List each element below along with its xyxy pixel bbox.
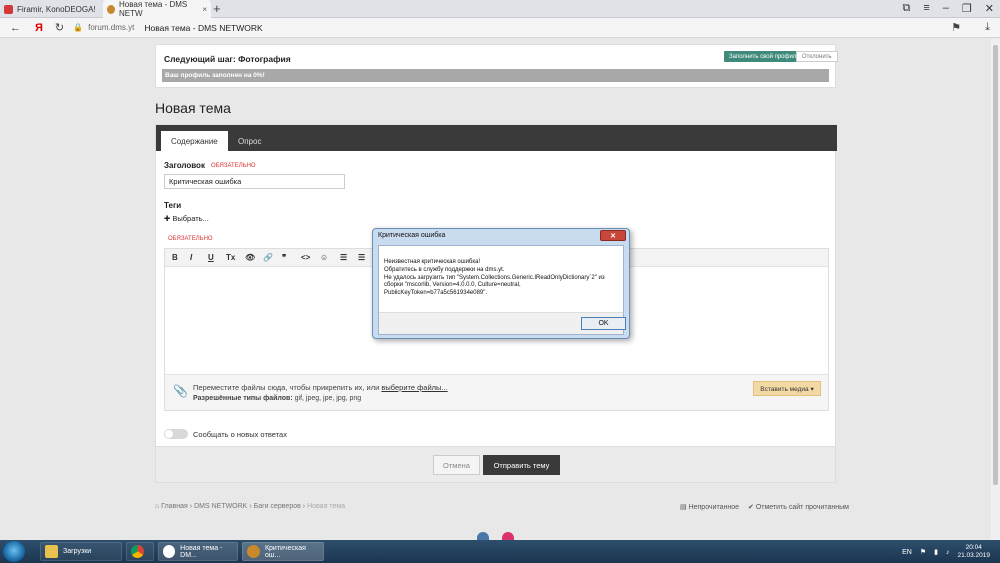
insert-media-button[interactable]: Вставить медиа ▾: [753, 381, 821, 396]
required-badge: ОБЯЗАТЕЛЬНО: [211, 163, 256, 169]
back-arrow-icon[interactable]: ←: [10, 22, 21, 34]
tab-label: Firamir, KonoDEOGA!: [17, 4, 96, 14]
unread-icon: ▤: [680, 504, 689, 511]
paperclip-icon: 📎: [173, 384, 188, 398]
scrollbar[interactable]: [991, 39, 1000, 540]
instagram-icon[interactable]: [502, 532, 514, 540]
yandex-browser-icon: [163, 545, 176, 558]
chrome-icon: [131, 545, 144, 558]
smiley-icon[interactable]: ☺: [320, 253, 328, 262]
close-tab-icon[interactable]: ×: [202, 5, 207, 14]
attachment-area[interactable]: 📎 Переместите файлы сюда, чтобы прикрепи…: [165, 374, 828, 410]
unread-link[interactable]: ▤ Непрочитанное: [680, 503, 739, 511]
breadcrumb: ⌂ Главная › DMS NETWORK › Баги серверов …: [155, 503, 346, 510]
underline-icon[interactable]: U: [208, 253, 214, 262]
form-actions: Отмена Отправить тему: [155, 447, 836, 483]
error-message: Неизвестная критическая ошибка! Обратите…: [384, 259, 605, 297]
watch-label: Сообщать о новых ответах: [193, 430, 287, 439]
app-icon: [247, 545, 260, 558]
allowed-types: Разрешённые типы файлов: gif, jpeg, jpe,…: [193, 395, 362, 402]
lock-icon[interactable]: 🔒: [73, 23, 83, 32]
clear-format-icon[interactable]: Tx: [226, 253, 235, 262]
next-step-title: Следующий шаг: Фотография: [164, 54, 291, 64]
dialog-body: Неизвестная критическая ошибка! Обратите…: [378, 245, 626, 335]
numbered-list-icon[interactable]: ☰: [358, 253, 365, 262]
title-label: Заголовок: [164, 161, 205, 170]
page-heading: Новая тема: [155, 100, 231, 116]
ok-button[interactable]: OK: [581, 317, 626, 330]
error-dialog: Критическая ошибка ✕ Неизвестная критиче…: [372, 228, 630, 339]
browser-tab-bar: Firamir, KonoDEOGA! Новая тема - DMS NET…: [0, 0, 1000, 18]
network-icon[interactable]: ▮: [934, 548, 938, 556]
watch-toggle[interactable]: [164, 429, 188, 439]
quote-icon[interactable]: ❞: [282, 253, 286, 262]
spoiler-icon[interactable]: 👁: [245, 253, 255, 262]
scrollbar-thumb[interactable]: [993, 45, 998, 485]
menu-icon[interactable]: ≡: [923, 2, 929, 15]
taskbar: Загрузки Новая тема - DM... Критическая …: [0, 540, 1000, 563]
required-badge: ОБЯЗАТЕЛЬНО: [168, 236, 213, 242]
fill-profile-button[interactable]: Заполнить свой профиль: [724, 51, 805, 62]
yandex-icon[interactable]: Я: [35, 22, 43, 34]
code-icon[interactable]: <>: [301, 253, 310, 262]
reload-icon[interactable]: ↻: [55, 21, 64, 34]
title-input[interactable]: Критическая ошибка: [164, 174, 345, 189]
next-step-notice: Следующий шаг: Фотография Заполнить свой…: [155, 44, 838, 88]
dismiss-button[interactable]: Отклонить: [796, 51, 838, 62]
dialog-title: Критическая ошибка: [378, 232, 446, 239]
close-icon[interactable]: ✕: [600, 230, 626, 241]
close-window-icon[interactable]: ✕: [985, 2, 994, 15]
browser-tab-active[interactable]: Новая тема - DMS NETW ×: [103, 0, 211, 18]
vk-icon[interactable]: [477, 532, 489, 540]
submit-button[interactable]: Отправить тему: [483, 455, 560, 475]
volume-icon[interactable]: ♪: [946, 549, 950, 556]
browser-tab[interactable]: Firamir, KonoDEOGA!: [0, 0, 100, 18]
bullet-list-icon[interactable]: ☰: [340, 253, 347, 262]
window-controls: ⧉ ≡ – ❐ ✕: [903, 2, 995, 15]
check-icon: ✔: [748, 504, 756, 511]
tags-label: Теги: [164, 201, 182, 210]
breadcrumb-bugs[interactable]: Баги серверов: [254, 503, 301, 510]
tab-poll[interactable]: Опрос: [228, 131, 271, 151]
tags-choose-button[interactable]: ✚ Выбрать...: [164, 214, 209, 223]
tab-content[interactable]: Содержание: [161, 131, 228, 151]
mark-read-link[interactable]: ✔ Отметить сайт прочитанным: [748, 503, 849, 511]
footer-links: ▤ Непрочитанное ✔ Отметить сайт прочитан…: [680, 503, 849, 511]
profile-progress-bar: Ваш профиль заполнен на 0%!: [162, 69, 829, 82]
form-tabs: Содержание Опрос: [156, 125, 837, 151]
system-tray: EN ⚑ ▮ ♪ 20:04 21.03.2019: [902, 544, 990, 560]
new-tab-button[interactable]: +: [213, 1, 221, 16]
taskbar-item-yandex[interactable]: Новая тема - DM...: [158, 542, 238, 561]
clock[interactable]: 20:04 21.03.2019: [957, 544, 990, 560]
site-favicon-icon: [4, 4, 13, 14]
attach-instructions: Переместите файлы сюда, чтобы прикрепить…: [193, 383, 448, 392]
dialog-footer: OK: [379, 312, 626, 334]
address-bar: ← Я ↻ 🔒 forum.dms.yt Новая тема - DMS NE…: [0, 18, 1000, 38]
bookmark-icon[interactable]: ⚑: [951, 21, 961, 34]
download-icon[interactable]: ⤓: [985, 21, 990, 34]
taskbar-item-downloads[interactable]: Загрузки: [40, 542, 122, 561]
folder-icon: [45, 545, 58, 558]
language-indicator[interactable]: EN: [902, 549, 912, 556]
breadcrumb-home[interactable]: ⌂ Главная: [155, 503, 188, 510]
site-favicon-icon: [107, 4, 115, 14]
flag-icon[interactable]: ⚑: [920, 548, 926, 556]
cancel-button[interactable]: Отмена: [433, 455, 480, 475]
start-button-icon[interactable]: [3, 541, 25, 562]
breadcrumb-dms[interactable]: DMS NETWORK: [194, 503, 247, 510]
bold-icon[interactable]: B: [172, 253, 178, 262]
choose-files-link[interactable]: выберите файлы...: [381, 383, 447, 392]
link-icon[interactable]: 🔗: [263, 253, 273, 262]
page-title-in-address[interactable]: Новая тема - DMS NETWORK: [144, 23, 262, 33]
restore-icon[interactable]: ❐: [962, 2, 972, 15]
italic-icon[interactable]: I: [190, 253, 192, 262]
tab-label: Новая тема - DMS NETW: [118, 0, 188, 18]
url-text[interactable]: forum.dms.yt: [88, 23, 134, 32]
taskbar-item-chrome[interactable]: [126, 542, 154, 561]
taskbar-item-error[interactable]: Критическая ош...: [242, 542, 324, 561]
tabs-icon[interactable]: ⧉: [903, 2, 911, 15]
breadcrumb-current: Новая тема: [307, 503, 346, 510]
minimize-icon[interactable]: –: [943, 2, 949, 15]
